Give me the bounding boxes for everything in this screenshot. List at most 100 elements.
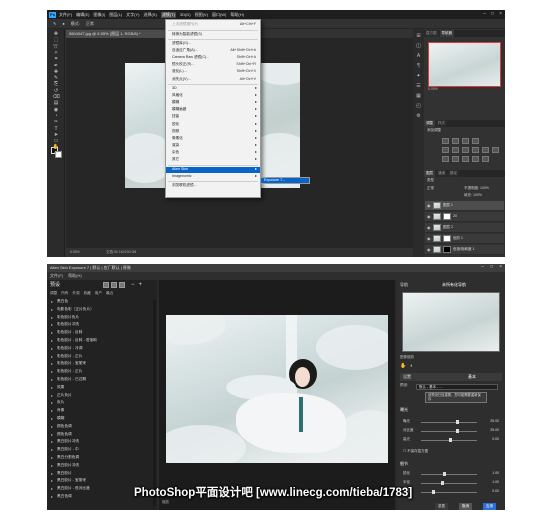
menu-help[interactable]: 帮助(H) bbox=[68, 274, 82, 278]
visibility-eye-icon[interactable]: ◉ bbox=[427, 214, 431, 219]
menu-edit[interactable]: 编辑(E) bbox=[76, 12, 89, 17]
reset-button[interactable]: 重置 bbox=[435, 503, 448, 510]
threshold-icon[interactable] bbox=[462, 156, 469, 162]
filter-menu-item[interactable]: 其它 ▸ bbox=[166, 157, 260, 163]
tab-adjustments[interactable]: 调整 bbox=[424, 120, 435, 127]
filter-menu-item[interactable]: 镜头校正(R)... Shift+Ctrl+R bbox=[166, 62, 260, 68]
slider-track[interactable] bbox=[421, 431, 477, 432]
apply-button[interactable]: 应用 bbox=[483, 503, 496, 510]
filter-menu-item[interactable]: 模糊画廊 ▸ bbox=[166, 107, 260, 113]
slider-row[interactable]: 高光 0.00 bbox=[403, 437, 499, 444]
add-preset-icon[interactable]: + bbox=[139, 282, 143, 288]
color-balance-icon[interactable] bbox=[462, 147, 469, 153]
subtab-adjust[interactable]: 调整 bbox=[50, 291, 57, 296]
tab-channels[interactable]: 通道 bbox=[436, 170, 447, 177]
slider-value[interactable]: 25.00 bbox=[490, 419, 499, 424]
menu-image[interactable]: 图像(I) bbox=[93, 12, 105, 17]
compare-icon[interactable]: ◐ bbox=[410, 364, 413, 369]
brush-size-icon[interactable]: ● bbox=[62, 21, 64, 26]
cancel-button[interactable]: 取消 bbox=[459, 503, 472, 510]
subtab-favorites[interactable]: 收藏 bbox=[84, 291, 91, 296]
menu-window[interactable]: 窗口(W) bbox=[212, 12, 226, 17]
section-detail[interactable]: 细节 bbox=[400, 462, 408, 466]
subtab-user[interactable]: 用户 bbox=[95, 291, 102, 296]
histogram-checkbox[interactable]: ☐ 不保存直方图 bbox=[403, 449, 428, 454]
tab-layers[interactable]: 图层 bbox=[424, 170, 435, 177]
visibility-eye-icon[interactable]: ◉ bbox=[427, 203, 431, 208]
layer-mask-thumbnail[interactable] bbox=[443, 235, 451, 242]
selective-color-icon[interactable] bbox=[482, 156, 489, 162]
slider-row[interactable]: 阈值 0.00 bbox=[403, 489, 499, 496]
preset-scrollbar[interactable] bbox=[153, 300, 156, 505]
close-icon[interactable]: × bbox=[499, 12, 502, 17]
layer-opacity[interactable]: 不透明度: 100% bbox=[464, 186, 489, 191]
filter-menu-item[interactable]: 像素化 ▸ bbox=[166, 135, 260, 142]
slider-row[interactable]: 对比度 25.00 bbox=[403, 428, 499, 435]
vibrance-icon[interactable] bbox=[442, 147, 449, 153]
filter-menu-item[interactable]: 消失点(V)... Alt+Ctrl+V bbox=[166, 77, 260, 83]
mode-select[interactable]: 正常 bbox=[86, 21, 94, 26]
slider-handle[interactable] bbox=[443, 472, 447, 476]
preset-category-item[interactable]: 负片 bbox=[51, 400, 153, 408]
slider-value[interactable]: 0.00 bbox=[492, 489, 499, 494]
navigator-zoom[interactable]: 6.55% bbox=[428, 87, 501, 93]
menu-file[interactable]: 文件(F) bbox=[59, 12, 72, 17]
menu-3d[interactable]: 3D(D) bbox=[180, 12, 191, 17]
subtab-recent[interactable]: 最近 bbox=[106, 291, 113, 296]
image-zoom-label[interactable]: 图像缩放 bbox=[400, 355, 502, 361]
preset-dropdown[interactable]: 默认 - 基本 - ... bbox=[416, 384, 498, 390]
slider-row[interactable]: 锐化 1.00 bbox=[403, 471, 499, 478]
visibility-eye-icon[interactable]: ◉ bbox=[427, 247, 431, 252]
panel-toggle-icon[interactable]: ☰ bbox=[415, 84, 422, 90]
list-view-icon[interactable] bbox=[111, 282, 117, 288]
preset-category-item[interactable]: 正片负片 bbox=[51, 393, 153, 401]
layer-row[interactable]: ◉ 20 bbox=[425, 212, 504, 222]
panel-toggle-icon[interactable]: ◰ bbox=[415, 104, 422, 110]
subtab-looks[interactable]: 外观 bbox=[72, 291, 79, 296]
menu-help[interactable]: 帮助(H) bbox=[230, 12, 244, 17]
slider-value[interactable]: 25.00 bbox=[490, 428, 499, 433]
visibility-eye-icon[interactable]: ◉ bbox=[427, 236, 431, 241]
slider-track[interactable] bbox=[421, 422, 477, 423]
slider-handle[interactable] bbox=[432, 490, 436, 494]
hand-icon[interactable]: ✋ bbox=[400, 364, 406, 369]
filter-menu-item[interactable]: Imagenomic ▸ bbox=[166, 173, 260, 180]
slider-row[interactable]: 半径 1.00 bbox=[403, 480, 499, 487]
filter-menu-item[interactable]: 转换为智能滤镜(S) bbox=[166, 32, 260, 38]
filter-menu-item[interactable]: 自适应广角(A)... Alt+Shift+Ctrl+A bbox=[166, 48, 260, 54]
navigator-thumbnail[interactable] bbox=[402, 292, 500, 352]
filter-menu-item[interactable]: 视频 ▸ bbox=[166, 128, 260, 135]
filter-menu-item[interactable]: 风格化 ▸ bbox=[166, 93, 260, 99]
panel-toggle-icon[interactable]: ▦ bbox=[415, 94, 422, 100]
tab-paths[interactable]: 路径 bbox=[448, 170, 459, 177]
exposure-icon[interactable] bbox=[472, 138, 479, 144]
maximize-icon[interactable]: □ bbox=[490, 265, 493, 270]
zoom-icon[interactable]: ⚲ bbox=[51, 151, 61, 159]
preset-category-item[interactable]: 彩色胶片 - 已过期 bbox=[51, 377, 153, 385]
close-icon[interactable]: × bbox=[499, 265, 502, 270]
layer-row[interactable]: ◉ 色阶 1 bbox=[425, 234, 504, 244]
layer-row[interactable]: ◉ 色相/饱和度 1 bbox=[425, 245, 504, 255]
filter-menu-item[interactable]: 3D ▸ bbox=[166, 86, 260, 92]
slider-track[interactable] bbox=[421, 474, 477, 475]
hue-saturation-icon[interactable] bbox=[452, 147, 459, 153]
menu-filter[interactable]: 滤镜(T) bbox=[160, 11, 176, 18]
slider-value[interactable]: 0.00 bbox=[492, 437, 499, 442]
tab-styles[interactable]: 样式 bbox=[436, 120, 447, 127]
slider-value[interactable]: 1.00 bbox=[492, 480, 499, 485]
layer-kind-filter[interactable]: 类型 bbox=[427, 178, 434, 183]
invert-icon[interactable] bbox=[442, 156, 449, 162]
layer-fill[interactable]: 填充: 100% bbox=[464, 193, 482, 198]
minimize-icon[interactable]: – bbox=[483, 12, 486, 17]
layer-mask-thumbnail[interactable] bbox=[443, 246, 451, 253]
slider-handle[interactable] bbox=[449, 438, 452, 442]
layer-row[interactable]: ◉ 图层 2 bbox=[425, 223, 504, 233]
slider-row[interactable]: 曝光 25.00 bbox=[403, 419, 499, 426]
filter-menu-item[interactable]: 液化(L)... Shift+Ctrl+X bbox=[166, 69, 260, 75]
panel-toggle-icon[interactable]: ⊞ bbox=[415, 34, 422, 40]
brush-preset-icon[interactable]: ✎ bbox=[53, 21, 56, 26]
black-white-icon[interactable] bbox=[472, 147, 479, 153]
visibility-eye-icon[interactable]: ◉ bbox=[427, 225, 431, 230]
section-exposure[interactable]: 曝光 bbox=[400, 408, 408, 412]
levels-icon[interactable] bbox=[452, 138, 459, 144]
